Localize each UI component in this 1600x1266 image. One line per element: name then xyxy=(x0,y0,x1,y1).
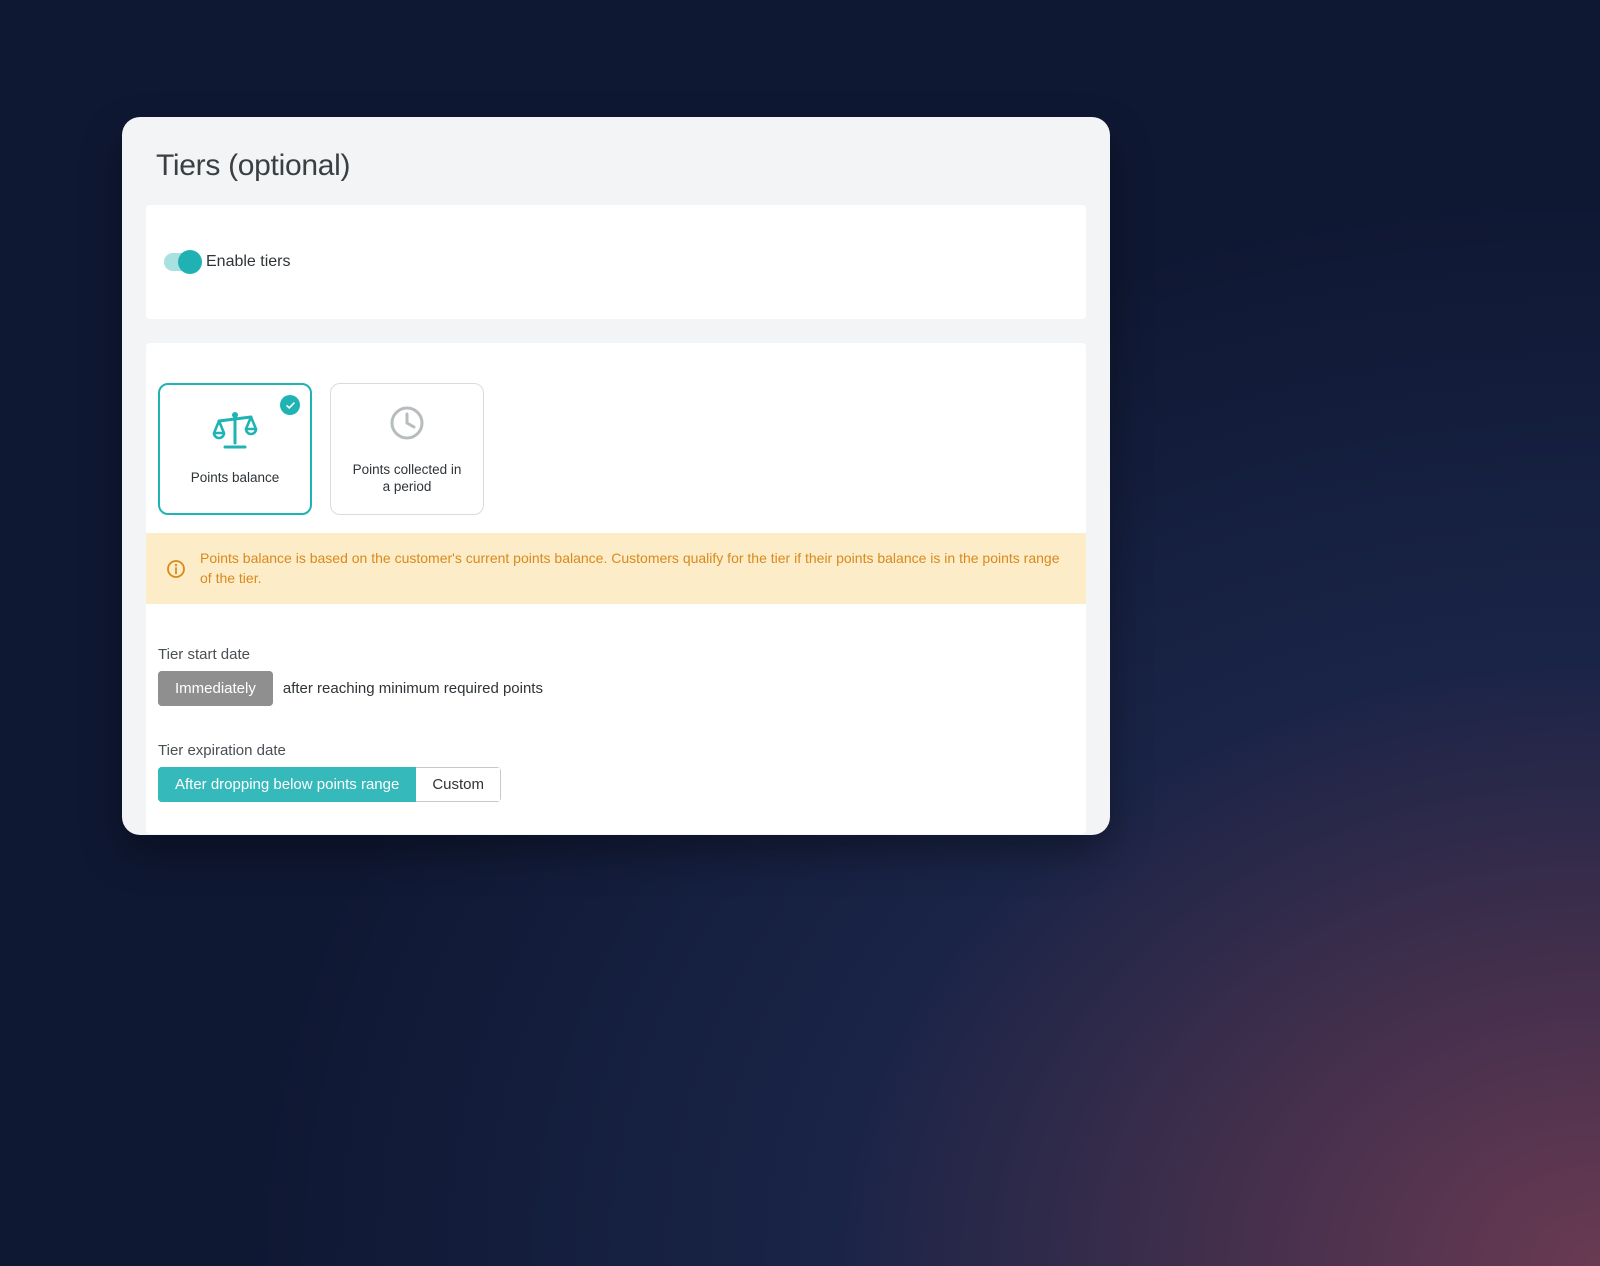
tier-expiration-custom-button[interactable]: Custom xyxy=(416,767,501,802)
option-points-period-label: Points collected in a period xyxy=(347,462,467,496)
tier-start-suffix: after reaching minimum required points xyxy=(283,680,543,697)
scales-icon xyxy=(211,411,259,456)
info-banner-text: Points balance is based on the customer'… xyxy=(200,549,1066,588)
selected-check-icon xyxy=(280,395,300,415)
option-points-balance[interactable]: Points balance xyxy=(158,383,312,515)
enable-tiers-label: Enable tiers xyxy=(206,253,291,271)
page-title: Tiers (optional) xyxy=(122,117,1110,205)
tier-expiration-field: Tier expiration date After dropping belo… xyxy=(156,742,1076,802)
tier-options-card: Points balance Points collected in a per… xyxy=(146,343,1086,834)
option-points-period[interactable]: Points collected in a period xyxy=(330,383,484,515)
tier-expiration-after-dropping-button[interactable]: After dropping below points range xyxy=(158,767,416,802)
option-points-balance-label: Points balance xyxy=(191,470,280,487)
tier-start-label: Tier start date xyxy=(158,646,1074,663)
info-banner: Points balance is based on the customer'… xyxy=(146,533,1086,604)
tier-expiration-label: Tier expiration date xyxy=(158,742,1074,759)
enable-tiers-card: Enable tiers xyxy=(146,205,1086,319)
toggle-knob xyxy=(178,250,202,274)
tiers-panel: Tiers (optional) Enable tiers xyxy=(122,117,1110,835)
tier-mode-options: Points balance Points collected in a per… xyxy=(156,383,1076,515)
clock-icon xyxy=(387,403,427,448)
tier-start-immediately-button[interactable]: Immediately xyxy=(158,671,273,706)
tier-start-field: Tier start date Immediately after reachi… xyxy=(156,646,1076,706)
enable-tiers-toggle[interactable] xyxy=(164,253,198,271)
info-icon xyxy=(166,559,186,579)
